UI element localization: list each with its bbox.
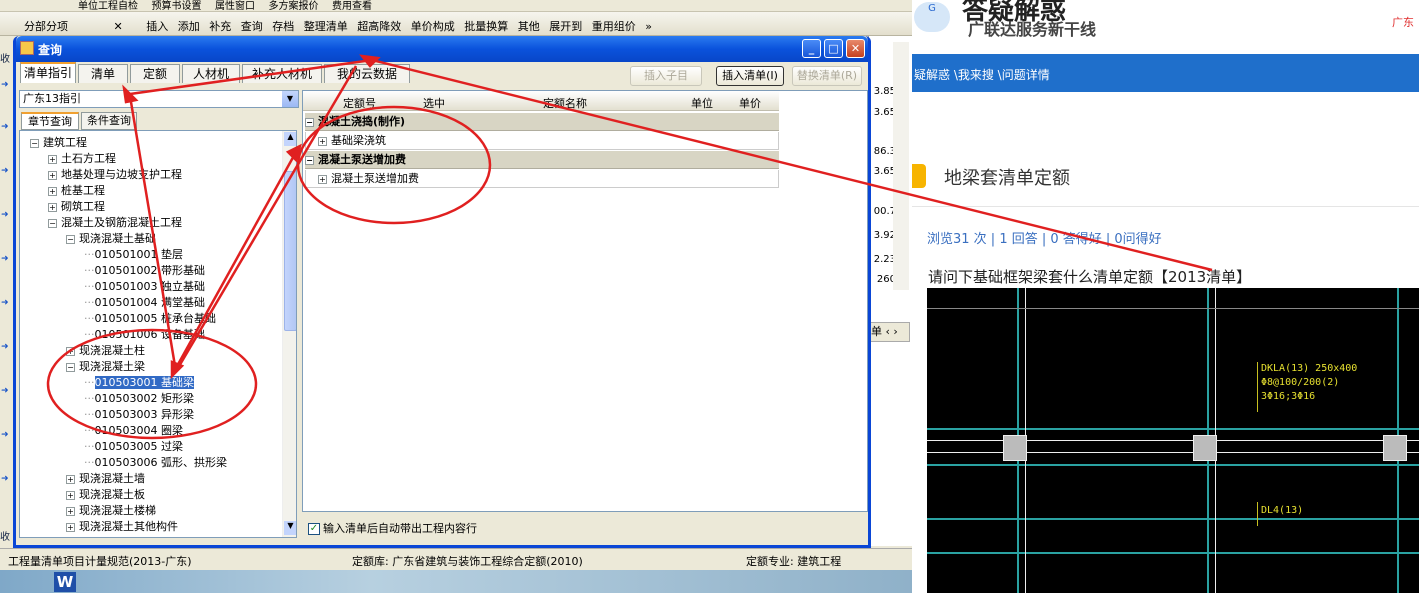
arrow-head <box>122 84 139 104</box>
arrow-head <box>359 54 381 68</box>
annotation-arrow <box>129 58 373 96</box>
highlight-circle <box>46 328 258 440</box>
annotation-arrow <box>176 65 358 369</box>
highlight-circle <box>296 105 492 225</box>
arrow-head <box>170 360 185 380</box>
annotation-arrow <box>371 58 1213 272</box>
annotation-arrow <box>174 151 298 369</box>
annotation-overlay <box>46 54 1213 440</box>
